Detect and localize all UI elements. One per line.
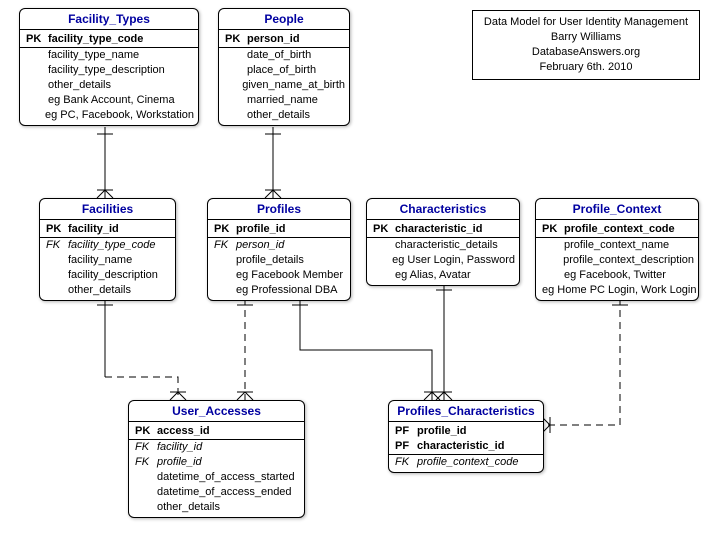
attr: profile_context_description (563, 253, 694, 268)
entity-title: Profiles (208, 199, 350, 220)
attr: datetime_of_access_ended (157, 485, 300, 500)
info-line1: Data Model for User Identity Management (481, 15, 691, 30)
attr: eg Professional DBA (236, 283, 346, 298)
entity-title: Characteristics (367, 199, 519, 220)
attr: facility_name (68, 253, 171, 268)
attr: eg Bank Account, Cinema (48, 93, 194, 108)
attr: eg Alias, Avatar (395, 268, 515, 283)
attr: other_details (48, 78, 194, 93)
entity-user-accesses: User_Accesses PKaccess_id FKfacility_id … (128, 400, 305, 518)
entity-title: Profiles_Characteristics (389, 401, 543, 422)
attr: profile_context_code (564, 222, 694, 237)
pk-label: PK (133, 424, 157, 439)
attr: married_name (247, 93, 345, 108)
pk-label: PK (371, 222, 395, 237)
fk-label: FK (133, 440, 157, 455)
attr: profile_id (236, 222, 346, 237)
info-line3: DatabaseAnswers.org (481, 45, 691, 60)
entity-profiles-characteristics: Profiles_Characteristics PFprofile_id PF… (388, 400, 544, 473)
attr: facility_type_description (48, 63, 194, 78)
entity-people: People PKperson_id date_of_birth place_o… (218, 8, 350, 126)
attr: other_details (68, 283, 171, 298)
attr: profile_context_code (417, 455, 539, 470)
attr: facility_id (157, 440, 300, 455)
fk-label: FK (212, 238, 236, 253)
pf-label: PF (393, 439, 417, 454)
info-line2: Barry Williams (481, 30, 691, 45)
attr: date_of_birth (247, 48, 345, 63)
entity-title: User_Accesses (129, 401, 304, 422)
pk-label: PK (223, 32, 247, 47)
attr: characteristic_details (395, 238, 515, 253)
attr: characteristic_id (395, 222, 515, 237)
attr: eg Facebook Member (236, 268, 346, 283)
attr: facility_id (68, 222, 171, 237)
pk-label: PK (44, 222, 68, 237)
attr: person_id (247, 32, 345, 47)
attr: place_of_birth (247, 63, 345, 78)
entity-title: Facility_Types (20, 9, 198, 30)
info-line4: February 6th. 2010 (481, 60, 691, 75)
attr: given_name_at_birth (242, 78, 345, 93)
pf-label: PF (393, 424, 417, 439)
fk-label: FK (133, 455, 157, 470)
attr: profile_id (417, 424, 539, 439)
attr: access_id (157, 424, 300, 439)
attr: facility_description (68, 268, 171, 283)
attr: eg User Login, Password (392, 253, 515, 268)
entity-title: Facilities (40, 199, 175, 220)
attr: other_details (157, 500, 300, 515)
entity-title: Profile_Context (536, 199, 698, 220)
pk-label: PK (212, 222, 236, 237)
attr: profile_id (157, 455, 300, 470)
attr: facility_type_code (68, 238, 171, 253)
attr: profile_context_name (564, 238, 694, 253)
attr: facility_type_code (48, 32, 194, 47)
pk-label: PK (540, 222, 564, 237)
attr: other_details (247, 108, 345, 123)
entity-characteristics: Characteristics PKcharacteristic_id char… (366, 198, 520, 286)
attr: facility_type_name (48, 48, 194, 63)
attr: person_id (236, 238, 346, 253)
entity-title: People (219, 9, 349, 30)
attr: characteristic_id (417, 439, 539, 454)
attr: eg Home PC Login, Work Login (542, 283, 697, 298)
entity-profile-context: Profile_Context PKprofile_context_code p… (535, 198, 699, 301)
attr: profile_details (236, 253, 346, 268)
entity-facility-types: Facility_Types PKfacility_type_code faci… (19, 8, 199, 126)
pk-label: PK (24, 32, 48, 47)
attr: eg PC, Facebook, Workstation (45, 108, 194, 123)
entity-facilities: Facilities PKfacility_id FKfacility_type… (39, 198, 176, 301)
fk-label: FK (44, 238, 68, 253)
attr: datetime_of_access_started (157, 470, 300, 485)
fk-label: FK (393, 455, 417, 470)
info-box: Data Model for User Identity Management … (472, 10, 700, 80)
entity-profiles: Profiles PKprofile_id FKperson_id profil… (207, 198, 351, 301)
attr: eg Facebook, Twitter (564, 268, 694, 283)
